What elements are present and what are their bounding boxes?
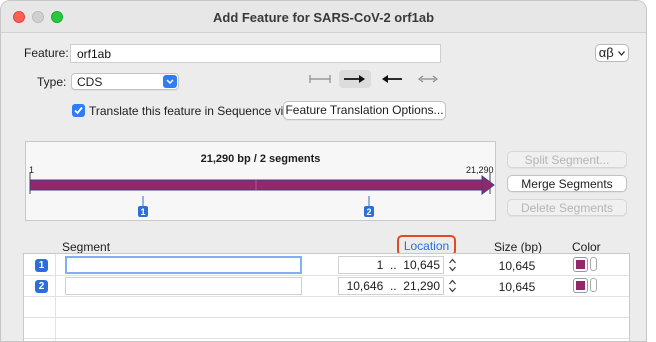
type-selected: CDS <box>77 75 103 89</box>
column-divider <box>55 254 56 341</box>
forward-direction-button[interactable] <box>339 70 371 88</box>
segment-marker-label: 1 <box>140 207 145 217</box>
feature-translation-options-button[interactable]: Feature Translation Options... <box>283 101 446 120</box>
row-number-badge: 1 <box>35 259 48 272</box>
row-divider <box>24 317 629 318</box>
segment-map: 21,290 bp / 2 segments 1 21,290 12 <box>25 141 496 221</box>
color-stepper[interactable] <box>590 278 597 292</box>
popup-chevron-icon <box>163 75 177 88</box>
color-column-header[interactable]: Color <box>572 240 601 254</box>
row-number-badge: 2 <box>35 280 48 293</box>
size-column-header[interactable]: Size (bp) <box>494 240 542 254</box>
reverse-arrow-icon[interactable] <box>380 72 404 86</box>
segment-name-field[interactable] <box>65 256 302 274</box>
color-stepper[interactable] <box>590 257 597 271</box>
alphabet-button-label: αβ <box>598 45 614 60</box>
title-bar: Add Feature for SARS-CoV-2 orf1ab <box>1 1 646 33</box>
segment-name-field[interactable] <box>65 277 302 295</box>
location-stepper[interactable] <box>448 257 457 273</box>
feature-bar[interactable]: 12 <box>26 142 497 222</box>
location-header-label: Location <box>403 239 450 253</box>
chevron-down-icon <box>618 51 626 56</box>
row-divider <box>24 338 629 339</box>
feature-label: Feature: <box>24 46 69 60</box>
translate-label: Translate this feature in Sequence view <box>89 104 299 118</box>
window-title: Add Feature for SARS-CoV-2 orf1ab <box>212 10 435 25</box>
add-feature-window: Add Feature for SARS-CoV-2 orf1ab Featur… <box>0 0 647 342</box>
checkmark-icon <box>74 106 83 115</box>
segment-marker-label: 2 <box>366 207 371 217</box>
segment-size: 10,645 <box>498 259 536 273</box>
location-field[interactable]: 1 .. 10,645 <box>338 256 444 274</box>
row-divider <box>24 296 629 297</box>
segment-table: 1 1 .. 10,645 10,645 2 10,646 .. 21,290 … <box>23 253 630 341</box>
split-segment-button[interactable]: Split Segment... <box>507 151 627 168</box>
no-direction-icon[interactable] <box>308 72 332 86</box>
segment-size: 10,645 <box>498 280 536 294</box>
both-directions-icon[interactable] <box>416 72 440 86</box>
forward-arrow-icon <box>344 75 365 83</box>
translate-checkbox[interactable] <box>72 104 85 117</box>
feature-name-field[interactable]: orf1ab <box>70 44 441 63</box>
segment-column-header[interactable]: Segment <box>62 240 110 254</box>
swatch-fill <box>576 281 585 290</box>
delete-segments-button[interactable]: Delete Segments <box>507 199 627 216</box>
type-label: Type: <box>37 75 67 89</box>
feature-arrow-head <box>481 175 495 195</box>
location-field[interactable]: 10,646 .. 21,290 <box>338 277 444 295</box>
row-divider <box>24 275 629 276</box>
location-stepper[interactable] <box>448 278 457 294</box>
segment-color-swatch[interactable] <box>573 257 588 272</box>
type-popup[interactable]: CDS <box>71 73 179 90</box>
segment-color-swatch[interactable] <box>573 278 588 293</box>
swatch-fill <box>576 260 585 269</box>
merge-segments-button[interactable]: Merge Segments <box>507 175 627 192</box>
alphabet-menu-button[interactable]: αβ <box>595 44 629 62</box>
